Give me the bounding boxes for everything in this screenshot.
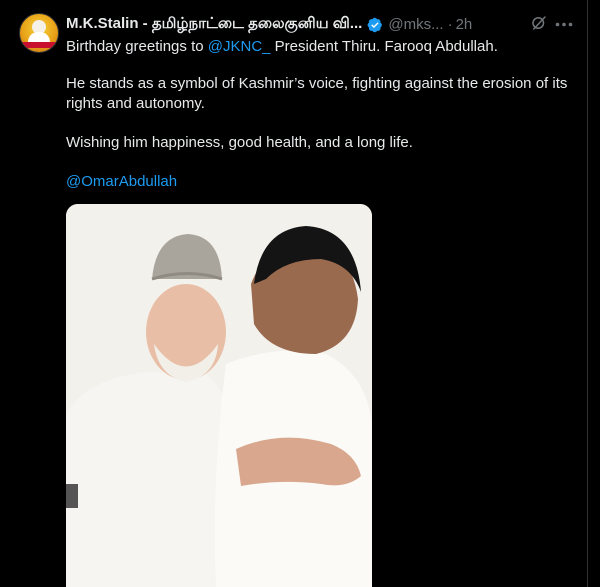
left-person-face	[146, 284, 226, 380]
separator-dot: ·	[447, 15, 453, 33]
grok-icon[interactable]	[530, 14, 548, 32]
tweet-photo[interactable]	[66, 204, 372, 587]
tweet-line-greeting: Birthday greetings to @JKNC_ President T…	[66, 37, 576, 57]
greeting-prefix: Birthday greetings to	[66, 38, 208, 55]
author-name[interactable]: M.K.Stalin - தமிழ்நாட்டை தலைகுனிய வி...	[66, 15, 362, 34]
more-options-icon[interactable]	[555, 22, 573, 27]
avatar-band	[22, 42, 56, 48]
mention-omarabdullah[interactable]: @OmarAbdullah	[66, 173, 177, 190]
photo-illustration	[66, 204, 372, 587]
left-person-body	[66, 372, 241, 587]
tweet-mention-line: @OmarAbdullah	[66, 172, 576, 192]
tweet-header: M.K.Stalin - தமிழ்நாட்டை தலைகுனிய வி... …	[66, 14, 472, 34]
greeting-suffix: President Thiru. Farooq Abdullah.	[270, 38, 498, 55]
verified-badge-icon	[367, 17, 383, 32]
avatar[interactable]	[19, 13, 59, 53]
tweet-paragraph-2: He stands as a symbol of Kashmir’s voice…	[66, 75, 568, 112]
author-handle[interactable]: @mks...	[388, 16, 443, 33]
watch	[66, 484, 78, 508]
timestamp[interactable]: 2h	[456, 16, 473, 33]
tweet-paragraph-3: Wishing him happiness, good health, and …	[66, 134, 413, 151]
mention-jknc[interactable]: @JKNC_	[208, 38, 271, 55]
tweet-card[interactable]: M.K.Stalin - தமிழ்நாட்டை தலைகுனிய வி... …	[0, 0, 588, 587]
